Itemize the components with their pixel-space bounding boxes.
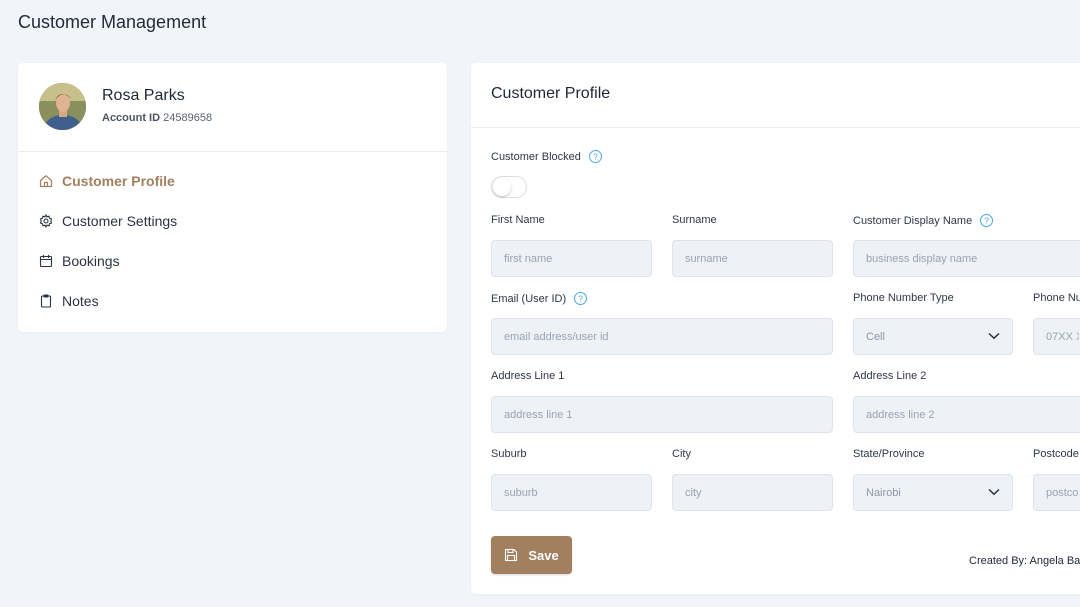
svg-text:?: ? [984,216,989,226]
city-label: City [672,448,691,460]
svg-text:?: ? [578,294,583,304]
gear-icon [38,213,54,229]
nav-item-customer-profile[interactable]: Customer Profile [38,161,418,201]
suburb-input[interactable] [491,474,652,511]
phone-type-label: Phone Number Type [853,292,954,304]
svg-text:?: ? [593,152,598,162]
surname-input[interactable] [672,240,833,277]
nav-item-bookings[interactable]: Bookings [38,241,418,281]
chevron-down-icon [988,487,1000,499]
customer-profile-card: Customer Profile Customer Blocked ? Firs… [471,63,1080,594]
page-title: Customer Management [18,12,207,32]
address-line-1-input[interactable] [491,396,833,433]
state-province-label: State/Province [853,448,925,460]
chevron-down-icon [988,331,1000,343]
nav-item-label: Customer Profile [62,173,175,189]
email-label: Email (User ID) ? [491,292,588,305]
suburb-label: Suburb [491,448,527,460]
postcode-input[interactable] [1033,474,1080,511]
customer-blocked-label: Customer Blocked ? [491,150,602,163]
phone-number-label: Phone Nu [1033,292,1080,304]
email-label-text: Email (User ID) [491,292,567,305]
address-line-2-label: Address Line 2 [853,370,927,382]
created-by: Created By: Angela Ba [969,555,1080,567]
phone-number-input[interactable] [1033,318,1080,355]
nav-item-label: Notes [62,293,99,309]
nav-item-notes[interactable]: Notes [38,281,418,321]
address-line-2-input[interactable] [853,396,1080,433]
home-icon [38,173,54,189]
toggle-knob [493,178,511,196]
clipboard-icon [38,293,54,309]
state-province-select[interactable]: Nairobi [853,474,1013,511]
first-name-input[interactable] [491,240,652,277]
customer-summary-card: Rosa Parks Account ID 24589658 Customer … [18,63,447,332]
first-name-label: First Name [491,214,545,226]
help-icon[interactable]: ? [980,214,994,227]
help-icon[interactable]: ? [574,292,588,305]
calendar-icon [38,253,54,269]
display-name-label: Customer Display Name ? [853,214,994,227]
save-button[interactable]: Save [491,536,572,574]
email-input[interactable] [491,318,833,355]
surname-label: Surname [672,214,717,226]
account-id-value: 24589658 [163,112,213,124]
phone-type-select[interactable]: Cell [853,318,1013,355]
save-icon [504,548,518,562]
phone-type-value: Cell [866,330,885,343]
state-province-value: Nairobi [866,486,901,499]
nav-item-label: Customer Settings [62,213,178,229]
divider [471,127,1080,128]
account-id: Account ID 24589658 [102,112,212,124]
nav-item-customer-settings[interactable]: Customer Settings [38,201,418,241]
customer-blocked-text: Customer Blocked [491,150,581,163]
account-id-label: Account ID [102,112,161,124]
customer-name: Rosa Parks [102,87,185,104]
help-icon[interactable]: ? [588,150,602,163]
customer-header: Rosa Parks Account ID 24589658 [18,63,447,152]
avatar [39,83,86,130]
save-label: Save [528,547,559,563]
customer-blocked-toggle[interactable] [491,176,527,198]
display-name-text: Customer Display Name [853,214,973,227]
card-title: Customer Profile [491,85,611,102]
postcode-label: Postcode [1033,448,1079,460]
address-line-1-label: Address Line 1 [491,370,565,382]
display-name-input[interactable] [853,240,1080,277]
city-input[interactable] [672,474,833,511]
nav-item-label: Bookings [62,253,120,269]
